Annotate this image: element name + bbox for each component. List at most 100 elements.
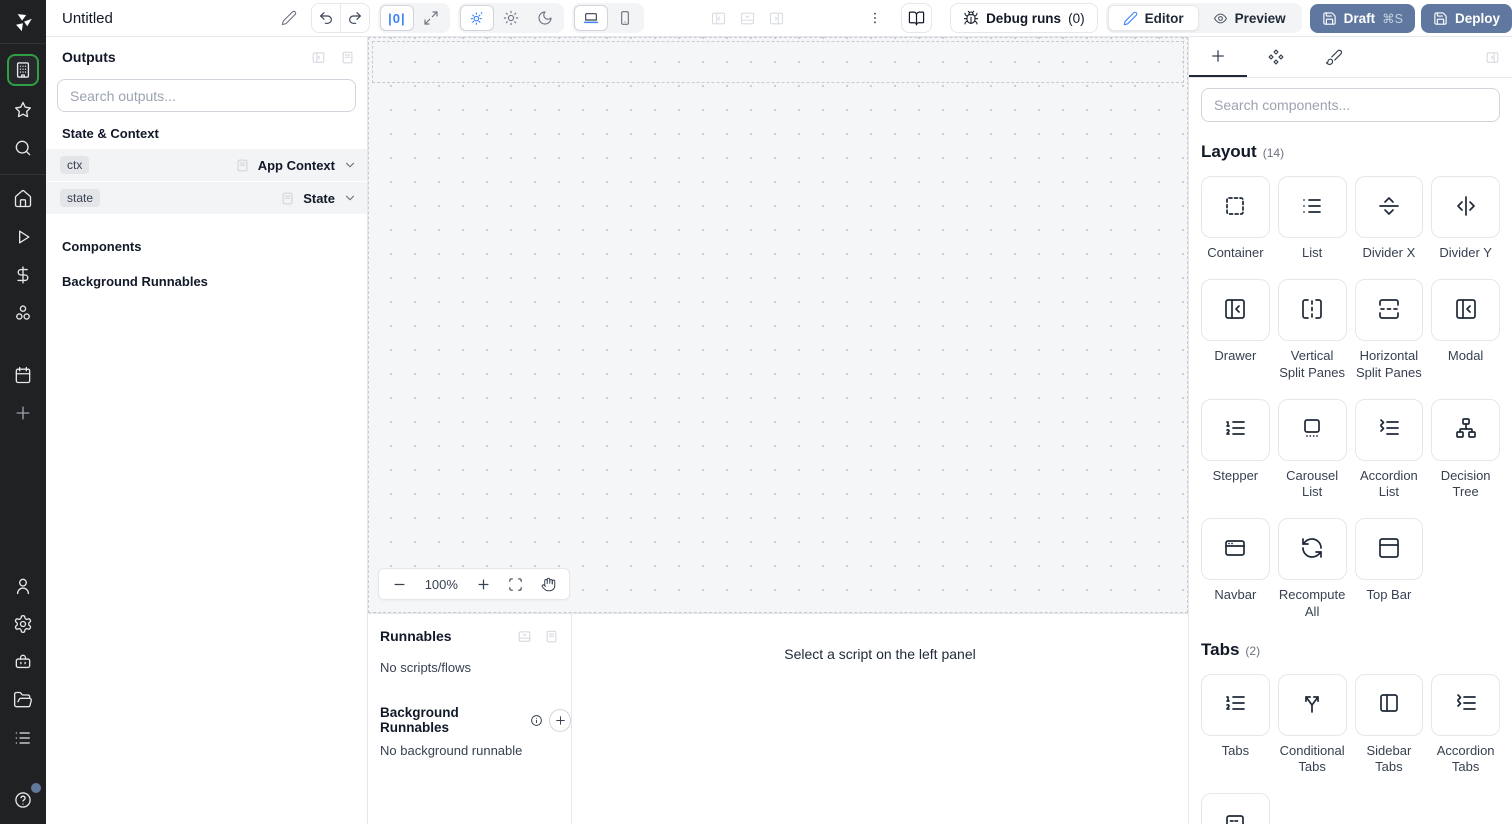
chevron-down-icon[interactable] [343,191,357,205]
outputs-search[interactable] [57,79,356,112]
sidebar-item-home[interactable] [9,185,37,213]
play-icon [13,227,33,247]
theme-light-button[interactable] [494,5,528,31]
component-tile-vertical-split-panes[interactable] [1277,279,1347,342]
tab-component-settings[interactable] [1247,37,1305,77]
fit-view-button[interactable] [508,577,523,592]
sidebar-item-apps[interactable] [7,54,39,86]
tab-styling[interactable] [1305,37,1363,77]
collapse-bottom-icon[interactable] [517,629,532,644]
zoom-out-button[interactable] [392,577,407,592]
outputs-search-input[interactable] [68,86,345,105]
info-icon[interactable] [530,714,543,727]
output-type-label: App Context [257,157,335,173]
draft-button[interactable]: Draft ⌘S [1309,3,1415,33]
component-tile-navbar[interactable] [1201,518,1270,581]
view-mode-toggle: Editor Preview [1105,3,1302,33]
component-tile-drawer[interactable] [1201,279,1270,342]
edit-title-button[interactable] [281,10,297,26]
component-divider-y: Divider Y [1431,176,1500,261]
doc-panel-icon[interactable] [544,629,559,644]
runnables-title: Runnables [380,628,452,644]
deploy-button[interactable]: Deploy [1420,3,1512,33]
component-tile-list[interactable] [1277,176,1347,238]
sidebar-item-folders[interactable] [9,686,37,714]
component-tile-horizontal-split-panes[interactable] [1354,279,1424,342]
desktop-view-button[interactable] [573,5,608,31]
pan-button[interactable] [541,577,556,592]
panel-right-icon[interactable] [768,10,785,27]
components-search-input[interactable] [1212,96,1489,114]
windmill-logo[interactable] [0,0,46,44]
theme-dark-button[interactable] [528,5,562,31]
component-tile-modal[interactable] [1431,279,1500,342]
expand-canvas-button[interactable] [414,5,448,31]
star-icon [13,100,33,120]
component-tile-conditional-tabs[interactable] [1277,673,1347,736]
component-tile-invisible-tabs[interactable] [1201,793,1270,824]
no-scripts-text: No scripts/flows [380,660,472,675]
sidebar-item-settings[interactable] [9,610,37,638]
sidebar-item-logs[interactable] [9,724,37,752]
component-tile-carousel-list[interactable] [1277,398,1347,461]
sidebar-item-users[interactable] [9,572,37,600]
tab-insert-component[interactable] [1189,37,1247,77]
debug-runs-button[interactable]: Debug runs (0) [950,3,1098,33]
components-search[interactable] [1201,88,1500,122]
theme-auto-button[interactable] [459,5,494,31]
ctx-badge: ctx [60,156,90,174]
stepper-icon [1223,416,1247,443]
component-tile-divider-x[interactable] [1354,176,1424,238]
doc-icon [280,191,295,206]
component-tile-recompute-all[interactable] [1277,518,1347,581]
component-tile-accordion-list[interactable] [1354,398,1424,461]
panel-bottom-icon[interactable] [739,10,756,27]
component-decision-tree: Decision Tree [1431,398,1500,501]
device-group [571,3,644,33]
panel-left-icon[interactable] [710,10,727,27]
component-tile-divider-y[interactable] [1431,176,1500,238]
component-tile-decision-tree[interactable] [1431,398,1500,461]
canvas-align-group: |0| [377,3,450,33]
collapse-right-panel-icon[interactable] [1485,50,1500,65]
editor-tab[interactable]: Editor [1107,5,1199,31]
component-tile-stepper[interactable] [1201,398,1270,461]
component-tile-top-bar[interactable] [1354,518,1424,581]
sidebar-item-workers[interactable] [9,648,37,676]
sidebar-item-runs[interactable] [9,223,37,251]
component-tile-tabs[interactable] [1201,673,1270,736]
outputs-title: Outputs [62,49,116,65]
sidebar-item-add[interactable] [9,399,37,427]
component-diamonds-icon [1267,48,1285,66]
preview-tab[interactable]: Preview [1199,5,1300,31]
sidebar-item-resources[interactable] [9,299,37,327]
help-button[interactable] [9,783,41,814]
sidebar-item-favorites[interactable] [9,96,37,124]
output-row-state[interactable]: state State [46,182,367,214]
chevron-down-icon[interactable] [343,158,357,172]
app-canvas[interactable]: 100% [368,37,1188,613]
empty-grid-row[interactable] [372,41,1184,83]
smartphone-icon [617,10,633,26]
more-menu-button[interactable] [867,10,883,26]
component-tile-container[interactable] [1201,176,1270,238]
bottom-panel: Runnables No scripts/flows Background Ru… [368,613,1188,824]
redo-button[interactable] [340,4,369,32]
component-label: Decision Tree [1440,467,1491,499]
sidebar-item-variables[interactable] [9,261,37,289]
component-tile-accordion-tabs[interactable] [1431,673,1500,736]
collapse-panel-icon[interactable] [311,50,326,65]
add-background-runnable-button[interactable] [549,708,571,732]
undo-button[interactable] [312,4,340,32]
sidebar-item-schedules[interactable] [9,361,37,389]
center-canvas-button[interactable]: |0| [379,5,414,31]
sidebar-item-search[interactable] [9,134,37,162]
component-tile-sidebar-tabs[interactable] [1354,673,1424,736]
docs-button[interactable] [900,3,933,33]
mobile-view-button[interactable] [608,5,642,31]
output-row-ctx[interactable]: ctx App Context [46,149,367,181]
zoom-in-button[interactable] [476,577,491,592]
invisible-tabs-icon [1223,811,1247,824]
component-grid-tabs: Tabs Conditional Tabs Sidebar Tabs Accordio… [1201,673,1500,824]
doc-panel-icon[interactable] [340,50,355,65]
